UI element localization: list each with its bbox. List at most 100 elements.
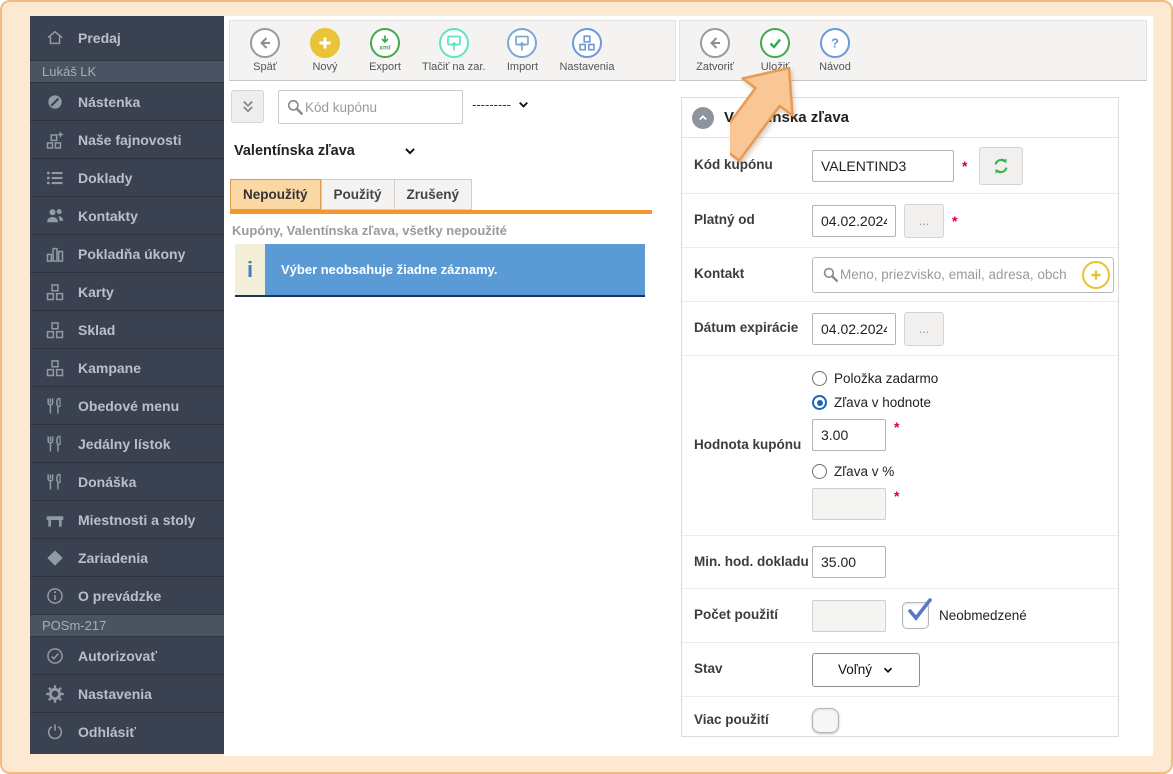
dashboard-icon	[44, 91, 66, 113]
contact-search-input[interactable]	[840, 267, 1077, 282]
regenerate-code-button[interactable]	[979, 147, 1023, 185]
multi-use-checkbox[interactable]	[812, 708, 839, 733]
settings-blocks-icon	[572, 28, 602, 58]
sidebar-item-label: Zariadenia	[78, 550, 148, 566]
required-marker: *	[894, 488, 899, 504]
sidebar: Predaj Lukáš LK Nástenka Naše fajnovosti…	[30, 16, 224, 754]
sidebar-item-obedove-menu[interactable]: Obedové menu	[30, 386, 224, 424]
import-button[interactable]: Import	[499, 28, 545, 73]
sidebar-item-predaj[interactable]: Predaj	[30, 16, 224, 60]
sidebar-item-kampane[interactable]: Kampane	[30, 348, 224, 386]
list-status-line: Kupóny, Valentínska zľava, všetky nepouž…	[232, 223, 507, 238]
form-row-hodnota-kuponu: Hodnota kupónu Položka zadarmo Zľava v h…	[682, 356, 1118, 536]
discount-amount-input[interactable]	[812, 419, 886, 451]
expiry-datepicker-button[interactable]: ...	[904, 312, 944, 346]
sidebar-item-label: Kontakty	[78, 208, 138, 224]
refresh-icon	[991, 156, 1011, 176]
sidebar-item-pokladna-ukony[interactable]: Pokladňa úkony	[30, 234, 224, 272]
unlimited-checkbox[interactable]	[902, 602, 929, 629]
form-row-kontakt: Kontakt	[682, 248, 1118, 302]
sidebar-group-device: POSm-217	[30, 614, 224, 636]
blocks-icon	[44, 319, 66, 341]
form-title: Valentínska zľava	[724, 109, 849, 126]
sidebar-item-nastavenia[interactable]: Nastavenia	[30, 674, 224, 712]
required-marker: *	[962, 158, 967, 174]
sidebar-item-o-prevadzke[interactable]: O prevádzke	[30, 576, 224, 614]
back-icon	[250, 28, 280, 58]
form-row-kod-kuponu: Kód kupónu *	[682, 138, 1118, 194]
import-icon	[507, 28, 537, 58]
main-area: Späť Nový xml Export Tlačiť na zar. Impo…	[224, 16, 1153, 756]
collapse-panel-button[interactable]	[692, 107, 714, 129]
sidebar-item-donaska[interactable]: Donáška	[30, 462, 224, 500]
expiry-date-input[interactable]	[812, 313, 896, 345]
sidebar-item-miestnosti-a-stoly[interactable]: Miestnosti a stoly	[30, 500, 224, 538]
svg-text:?: ?	[831, 36, 839, 51]
sidebar-item-label: Predaj	[78, 30, 121, 46]
min-receipt-value-input[interactable]	[812, 546, 886, 578]
sidebar-item-odhlasit[interactable]: Odhlásiť	[30, 712, 224, 750]
status-select[interactable]: Voľný	[812, 653, 920, 687]
filter-dropdown[interactable]: ---------	[472, 97, 530, 112]
radio-zlava-v-hodnote[interactable]: Zľava v hodnote	[812, 395, 938, 410]
sidebar-item-nase-fajnovosti[interactable]: Naše fajnovosti	[30, 120, 224, 158]
radio-zlava-v-percentach[interactable]: Zľava v %	[812, 464, 938, 479]
form-row-datum-expiracie: Dátum expirácie ...	[682, 302, 1118, 356]
bar-chart-icon	[44, 243, 66, 265]
close-back-icon	[700, 28, 730, 58]
radio-selected-icon	[812, 395, 827, 410]
sidebar-item-jedalny-listok[interactable]: Jedálny lístok	[30, 424, 224, 462]
required-marker: *	[952, 213, 957, 229]
export-button[interactable]: xml Export	[362, 28, 408, 73]
sidebar-item-zariadenia[interactable]: Zariadenia	[30, 538, 224, 576]
check-circle-icon	[44, 645, 66, 667]
tab-nepouzity[interactable]: Nepoužitý	[230, 179, 321, 210]
sidebar-item-label: O prevádzke	[78, 588, 161, 604]
help-button[interactable]: ? Návod	[812, 28, 858, 73]
sidebar-item-label: Doklady	[78, 170, 132, 186]
home-icon	[44, 27, 66, 49]
cutlery-icon	[44, 433, 66, 455]
close-button[interactable]: Zatvoriť	[692, 28, 738, 73]
info-icon	[44, 585, 66, 607]
tab-pouzity[interactable]: Použitý	[321, 179, 394, 210]
radio-polozka-zadarmo[interactable]: Položka zadarmo	[812, 371, 938, 386]
tab-zruseny[interactable]: Zrušený	[394, 179, 473, 210]
settings-button[interactable]: Nastavenia	[559, 28, 614, 73]
coupon-code-input[interactable]	[812, 150, 954, 182]
sidebar-item-sklad[interactable]: Sklad	[30, 310, 224, 348]
use-count-input[interactable]	[812, 600, 886, 632]
contact-search-box	[812, 257, 1114, 293]
coupon-search-input[interactable]	[305, 100, 456, 115]
search-icon	[821, 265, 840, 284]
sidebar-item-label: Donáška	[78, 474, 136, 490]
sidebar-group-user: Lukáš LK	[30, 60, 224, 82]
blocks-icon	[44, 357, 66, 379]
plus-icon	[310, 28, 340, 58]
coupon-form-panel: Valentínska zľava Kód kupónu * Platný od…	[681, 97, 1119, 737]
back-button[interactable]: Späť	[242, 28, 288, 73]
valid-from-input[interactable]	[812, 205, 896, 237]
campaign-dropdown[interactable]: Valentínska zľava	[234, 143, 417, 159]
info-icon: i	[235, 244, 265, 295]
valid-from-datepicker-button[interactable]: ...	[904, 204, 944, 238]
add-contact-button[interactable]	[1082, 261, 1110, 289]
sidebar-item-label: Pokladňa úkony	[78, 246, 185, 262]
sidebar-item-label: Naše fajnovosti	[78, 132, 181, 148]
new-button[interactable]: Nový	[302, 28, 348, 73]
app-window: Predaj Lukáš LK Nástenka Naše fajnovosti…	[0, 0, 1173, 774]
expand-filters-button[interactable]	[231, 90, 264, 123]
form-row-pocet-pouziti: Počet použití Neobmedzené	[682, 589, 1118, 643]
print-to-device-button[interactable]: Tlačiť na zar.	[422, 28, 485, 73]
sidebar-item-autorizovat[interactable]: Autorizovať	[30, 636, 224, 674]
sidebar-item-nastenka[interactable]: Nástenka	[30, 82, 224, 120]
chevron-down-icon	[882, 664, 894, 676]
save-button[interactable]: Uložiť	[752, 28, 798, 73]
sidebar-item-doklady[interactable]: Doklady	[30, 158, 224, 196]
gear-icon	[44, 683, 66, 705]
discount-percent-input[interactable]	[812, 488, 886, 520]
sidebar-item-karty[interactable]: Karty	[30, 272, 224, 310]
sidebar-item-kontakty[interactable]: Kontakty	[30, 196, 224, 234]
search-icon	[285, 97, 305, 117]
table-icon	[44, 509, 66, 531]
